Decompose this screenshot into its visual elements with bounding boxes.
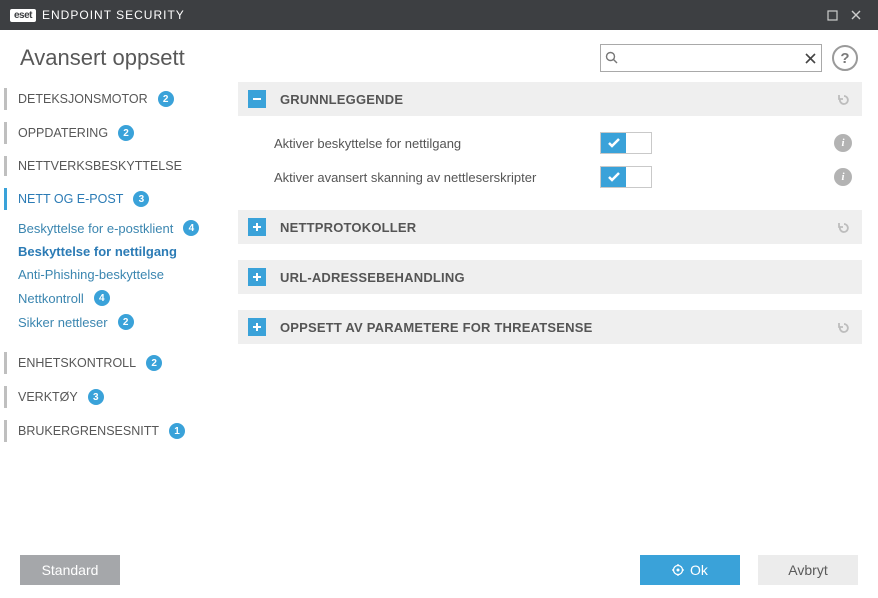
sidebar-item-label: Anti-Phishing-beskyttelse: [18, 267, 164, 282]
sidebar-item-label: BRUKERGRENSESNITT: [18, 424, 159, 438]
section-header[interactable]: GRUNNLEGGENDE: [238, 82, 862, 116]
setting-label: Aktiver avansert skanning av nettlesersk…: [274, 170, 600, 185]
sidebar-item-brukergrensesnitt[interactable]: BRUKERGRENSESNITT 1: [4, 414, 232, 448]
search-field[interactable]: [600, 44, 822, 72]
sidebar-item-oppdatering[interactable]: OPPDATERING 2: [4, 116, 232, 150]
section-title: GRUNNLEGGENDE: [280, 92, 834, 107]
section-url-adressebehandling: URL-ADRESSEBEHANDLING: [238, 260, 862, 294]
toggle-switch[interactable]: [600, 132, 652, 154]
gear-icon: [672, 564, 684, 576]
count-badge: 2: [118, 314, 134, 330]
section-header[interactable]: NETTPROTOKOLLER: [238, 210, 862, 244]
cancel-button[interactable]: Avbryt: [758, 555, 858, 585]
section-title: URL-ADRESSEBEHANDLING: [280, 270, 852, 285]
section-header[interactable]: URL-ADRESSEBEHANDLING: [238, 260, 862, 294]
sidebar-item-label: NETTVERKSBESKYTTELSE: [18, 159, 182, 173]
maximize-button[interactable]: [820, 3, 844, 27]
section-title: NETTPROTOKOLLER: [280, 220, 834, 235]
close-button[interactable]: [844, 3, 868, 27]
sidebar: DETEKSJONSMOTOR 2 OPPDATERING 2 NETTVERK…: [0, 82, 232, 534]
count-badge: 2: [146, 355, 162, 371]
section-grunnleggende: GRUNNLEGGENDE Aktiver beskyttelse for ne…: [238, 82, 862, 194]
count-badge: 3: [133, 191, 149, 207]
sidebar-item-verktoy[interactable]: VERKTØY 3: [4, 380, 232, 414]
expand-icon: [248, 318, 266, 336]
sidebar-sub-sikker-nettleser[interactable]: Sikker nettleser 2: [4, 310, 232, 334]
sidebar-sub-nettilgang[interactable]: Beskyttelse for nettilgang: [4, 240, 232, 263]
sidebar-item-label: Beskyttelse for e-postklient: [18, 221, 173, 236]
main-panel: GRUNNLEGGENDE Aktiver beskyttelse for ne…: [232, 82, 878, 534]
search-icon: [605, 49, 620, 67]
section-header[interactable]: OPPSETT AV PARAMETERE FOR THREATSENSE: [238, 310, 862, 344]
setting-row: Aktiver beskyttelse for nettilgang i: [238, 126, 862, 160]
setting-label: Aktiver beskyttelse for nettilgang: [274, 136, 600, 151]
count-badge: 3: [88, 389, 104, 405]
clear-search-icon[interactable]: [804, 50, 817, 66]
sidebar-item-label: ENHETSKONTROLL: [18, 356, 136, 370]
sidebar-item-label: VERKTØY: [18, 390, 78, 404]
sidebar-sub-antiphishing[interactable]: Anti-Phishing-beskyttelse: [4, 263, 232, 286]
brand-name: ENDPOINT SECURITY: [42, 8, 185, 22]
revert-icon[interactable]: [834, 318, 852, 336]
search-input[interactable]: [620, 51, 804, 66]
sidebar-item-nettverksbeskyttelse[interactable]: NETTVERKSBESKYTTELSE: [4, 150, 232, 182]
sidebar-item-deteksjonsmotor[interactable]: DETEKSJONSMOTOR 2: [4, 82, 232, 116]
ok-label: Ok: [690, 562, 708, 578]
sidebar-item-enhetskontroll[interactable]: ENHETSKONTROLL 2: [4, 346, 232, 380]
top-row: Avansert oppsett ?: [0, 30, 878, 82]
info-icon[interactable]: i: [834, 168, 852, 186]
expand-icon: [248, 268, 266, 286]
count-badge: 4: [183, 220, 199, 236]
sidebar-item-label: DETEKSJONSMOTOR: [18, 92, 148, 106]
help-button[interactable]: ?: [832, 45, 858, 71]
sidebar-sub-nettkontroll[interactable]: Nettkontroll 4: [4, 286, 232, 310]
sidebar-sub-epostklient[interactable]: Beskyttelse for e-postklient 4: [4, 216, 232, 240]
check-icon: [601, 133, 626, 153]
brand-badge: eset: [10, 9, 36, 22]
section-nettprotokoller: NETTPROTOKOLLER: [238, 210, 862, 244]
count-badge: 4: [94, 290, 110, 306]
count-badge: 2: [118, 125, 134, 141]
default-button[interactable]: Standard: [20, 555, 120, 585]
count-badge: 1: [169, 423, 185, 439]
section-title: OPPSETT AV PARAMETERE FOR THREATSENSE: [280, 320, 834, 335]
ok-button[interactable]: Ok: [640, 555, 740, 585]
toggle-switch[interactable]: [600, 166, 652, 188]
sidebar-item-nett-og-epost[interactable]: NETT OG E-POST 3: [4, 182, 232, 216]
expand-icon: [248, 218, 266, 236]
sidebar-item-label: Nettkontroll: [18, 291, 84, 306]
revert-icon[interactable]: [834, 218, 852, 236]
collapse-icon: [248, 90, 266, 108]
count-badge: 2: [158, 91, 174, 107]
sidebar-item-label: Beskyttelse for nettilgang: [18, 244, 177, 259]
footer: Standard Ok Avbryt: [0, 542, 878, 598]
section-threatsense: OPPSETT AV PARAMETERE FOR THREATSENSE: [238, 310, 862, 344]
sidebar-item-label: Sikker nettleser: [18, 315, 108, 330]
titlebar: eset ENDPOINT SECURITY: [0, 0, 878, 30]
info-icon[interactable]: i: [834, 134, 852, 152]
check-icon: [601, 167, 626, 187]
sidebar-item-label: NETT OG E-POST: [18, 192, 123, 206]
page-title: Avansert oppsett: [20, 45, 600, 71]
sidebar-item-label: OPPDATERING: [18, 126, 108, 140]
setting-row: Aktiver avansert skanning av nettlesersk…: [238, 160, 862, 194]
revert-icon[interactable]: [834, 90, 852, 108]
